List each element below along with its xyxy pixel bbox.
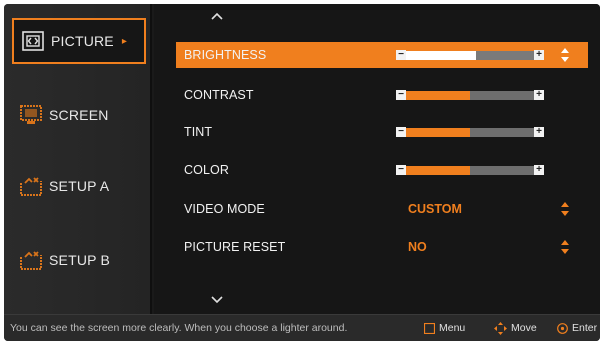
menu-key-label: Menu [439,322,466,334]
tint-plus-button[interactable]: + [534,127,544,137]
brightness-label: BRIGHTNESS [184,48,267,62]
contrast-track [406,90,534,100]
sidebar-item-picture[interactable]: PICTURE ▸ [12,18,146,64]
sidebar-label-setup-a: SETUP A [49,178,110,194]
contrast-minus-button[interactable]: − [396,90,406,100]
color-track [406,165,534,175]
tint-slider[interactable]: − + [396,127,544,138]
setup-b-icon [20,251,42,270]
picture-icon [22,31,44,51]
tint-minus-button[interactable]: − [396,127,406,137]
enter-key-label: Enter [572,322,598,334]
picture-reset-row[interactable]: PICTURE RESET NO [176,234,588,260]
menu-key-icon [424,322,435,334]
up-down-arrows-icon[interactable] [561,240,569,254]
osd-menu: PICTURE ▸ SCREEN SETUP A SETUP B BRIGHTN… [4,4,600,341]
sidebar-item-screen[interactable]: SCREEN [12,92,146,138]
contrast-label: CONTRAST [184,88,254,102]
color-row[interactable]: COLOR − + [176,157,588,183]
move-key-label: Move [511,322,537,334]
contrast-slider[interactable]: − + [396,90,544,101]
brightness-row[interactable]: BRIGHTNESS − + [176,42,588,68]
up-down-arrows-icon [561,48,569,62]
enter-key-legend: Enter [557,322,597,334]
sidebar-label-screen: SCREEN [49,107,109,123]
brightness-minus-button[interactable]: − [396,50,406,60]
menu-key-legend: Menu [424,322,465,334]
help-text: You can see the screen more clearly. Whe… [10,322,348,334]
sidebar-item-setup-b[interactable]: SETUP B [12,237,146,283]
tint-label: TINT [184,125,213,139]
contrast-row[interactable]: CONTRAST − + [176,82,588,108]
scroll-up-icon[interactable] [208,10,226,22]
move-key-legend: Move [494,321,537,335]
color-minus-button[interactable]: − [396,165,406,175]
brightness-slider[interactable]: − + [396,50,544,61]
brightness-fill [406,50,477,60]
tint-fill [406,127,470,137]
setup-a-icon [20,177,42,196]
contrast-fill [406,90,470,100]
move-arrows-icon [494,321,507,335]
scroll-down-icon[interactable] [208,294,226,306]
category-sidebar: PICTURE ▸ SCREEN SETUP A SETUP B [4,4,152,314]
contrast-plus-button[interactable]: + [534,90,544,100]
video-mode-label: VIDEO MODE [184,202,265,216]
status-bar: You can see the screen more clearly. Whe… [4,314,600,341]
sidebar-item-setup-a[interactable]: SETUP A [12,163,146,209]
enter-key-icon [557,322,568,334]
sidebar-label-picture: PICTURE [51,33,114,49]
brightness-plus-button[interactable]: + [534,50,544,60]
settings-panel: BRIGHTNESS − + CONTRAST − + TINT − + COL… [154,4,600,314]
picture-reset-label: PICTURE RESET [184,240,286,254]
video-mode-value[interactable]: CUSTOM [408,202,462,216]
tint-row[interactable]: TINT − + [176,119,588,145]
color-fill [406,165,470,175]
color-slider[interactable]: − + [396,165,544,176]
video-mode-row[interactable]: VIDEO MODE CUSTOM [176,196,588,222]
active-marker-icon: ▸ [121,35,127,47]
screen-icon [20,105,42,124]
tint-track [406,127,534,137]
brightness-track [406,50,534,60]
picture-reset-value[interactable]: NO [408,240,427,254]
color-label: COLOR [184,163,229,177]
up-down-arrows-icon[interactable] [561,202,569,216]
sidebar-label-setup-b: SETUP B [49,252,111,268]
color-plus-button[interactable]: + [534,165,544,175]
